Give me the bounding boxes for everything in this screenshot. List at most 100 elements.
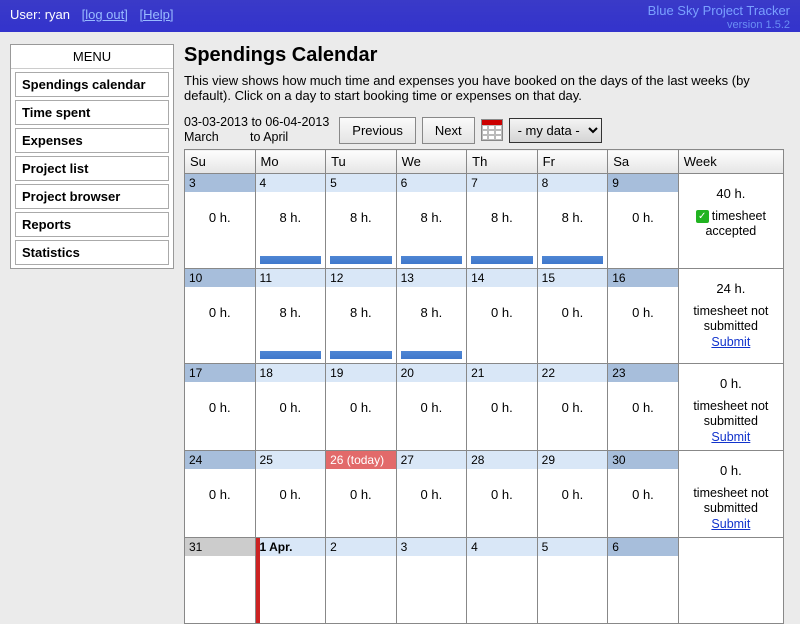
menu-item-project-browser[interactable]: Project browser [15, 184, 169, 209]
day-cell[interactable]: 150 h. [537, 269, 608, 364]
cal-header-fr: Fr [537, 150, 608, 174]
day-cell[interactable]: 240 h. [185, 451, 256, 538]
day-cell[interactable]: 180 h. [255, 364, 326, 451]
day-cell[interactable]: 290 h. [537, 451, 608, 538]
day-number: 31 [185, 538, 255, 556]
submit-timesheet-link[interactable]: Submit [711, 335, 750, 349]
day-cell[interactable]: 128 h. [326, 269, 397, 364]
menu-item-time-spent[interactable]: Time spent [15, 100, 169, 125]
day-hours-bar [401, 256, 463, 264]
week-summary: 40 h.✓timesheet accepted [678, 174, 783, 269]
month-to: to April [250, 130, 288, 144]
day-cell[interactable]: 26 (today)0 h. [326, 451, 397, 538]
day-cell[interactable]: 280 h. [467, 451, 538, 538]
day-number: 24 [185, 451, 255, 469]
day-cell[interactable]: 3 [396, 538, 467, 624]
day-cell[interactable]: 210 h. [467, 364, 538, 451]
day-hours: 8 h. [326, 287, 396, 320]
day-hours: 0 h. [326, 382, 396, 415]
day-cell[interactable]: 4 [467, 538, 538, 624]
day-hours: 8 h. [256, 287, 326, 320]
page-description: This view shows how much time and expens… [184, 73, 784, 103]
cal-header-tu: Tu [326, 150, 397, 174]
day-hours-bar [330, 351, 392, 359]
day-number: 3 [185, 174, 255, 192]
menu-item-expenses[interactable]: Expenses [15, 128, 169, 153]
day-hours: 0 h. [467, 287, 537, 320]
day-cell[interactable]: 200 h. [396, 364, 467, 451]
day-cell[interactable]: 1 Apr. [255, 538, 326, 624]
day-cell[interactable]: 190 h. [326, 364, 397, 451]
day-number: 28 [467, 451, 537, 469]
day-number: 8 [538, 174, 608, 192]
day-hours: 8 h. [397, 192, 467, 225]
day-number: 3 [397, 538, 467, 556]
calendar-table: SuMoTuWeThFrSaWeek 30 h.48 h.58 h.68 h.7… [184, 149, 784, 624]
day-number: 15 [538, 269, 608, 287]
month-start-marker [256, 538, 260, 623]
week-status: timesheet not submitted [683, 304, 779, 334]
day-cell[interactable]: 100 h. [185, 269, 256, 364]
submit-timesheet-link[interactable]: Submit [711, 430, 750, 444]
day-hours: 0 h. [538, 382, 608, 415]
day-cell[interactable]: 170 h. [185, 364, 256, 451]
day-hours: 0 h. [185, 192, 255, 225]
day-cell[interactable]: 58 h. [326, 174, 397, 269]
day-cell[interactable]: 140 h. [467, 269, 538, 364]
day-cell[interactable]: 160 h. [608, 269, 679, 364]
day-cell[interactable]: 6 [608, 538, 679, 624]
calendar-controls: 03-03-2013 to 06-04-2013 March to April … [184, 115, 790, 145]
day-number: 17 [185, 364, 255, 382]
day-hours-bar [471, 256, 533, 264]
day-cell[interactable]: 138 h. [396, 269, 467, 364]
menu-item-spendings-calendar[interactable]: Spendings calendar [15, 72, 169, 97]
week-status: timesheet not submitted [683, 399, 779, 429]
day-cell[interactable]: 88 h. [537, 174, 608, 269]
cal-header-th: Th [467, 150, 538, 174]
day-hours: 8 h. [467, 192, 537, 225]
data-scope-select[interactable]: - my data - [509, 118, 602, 143]
day-cell[interactable]: 78 h. [467, 174, 538, 269]
day-cell[interactable]: 220 h. [537, 364, 608, 451]
day-number: 5 [538, 538, 608, 556]
day-cell[interactable]: 230 h. [608, 364, 679, 451]
day-cell[interactable]: 48 h. [255, 174, 326, 269]
day-number: 16 [608, 269, 678, 287]
app-header: User: ryan [log out] [Help] Blue Sky Pro… [0, 0, 800, 32]
previous-button[interactable]: Previous [339, 117, 416, 144]
day-number: 29 [538, 451, 608, 469]
day-hours: 0 h. [185, 469, 255, 502]
day-hours-bar [260, 351, 322, 359]
day-hours: 0 h. [185, 382, 255, 415]
logout-link[interactable]: [log out] [82, 7, 128, 22]
day-number: 6 [608, 538, 678, 556]
day-cell[interactable]: 30 h. [185, 174, 256, 269]
week-summary: 24 h. timesheet not submittedSubmit [678, 269, 783, 364]
next-button[interactable]: Next [422, 117, 475, 144]
day-cell[interactable]: 250 h. [255, 451, 326, 538]
menu-item-project-list[interactable]: Project list [15, 156, 169, 181]
day-cell[interactable]: 270 h. [396, 451, 467, 538]
day-cell[interactable]: 31 [185, 538, 256, 624]
day-cell[interactable]: 2 [326, 538, 397, 624]
day-hours: 0 h. [397, 469, 467, 502]
submit-timesheet-link[interactable]: Submit [711, 517, 750, 531]
day-cell[interactable]: 68 h. [396, 174, 467, 269]
day-number: 27 [397, 451, 467, 469]
help-link[interactable]: [Help] [140, 7, 174, 22]
day-number: 1 Apr. [256, 538, 326, 556]
main-content: Spendings Calendar This view shows how m… [184, 44, 790, 624]
cal-header-week: Week [678, 150, 783, 174]
day-number: 4 [256, 174, 326, 192]
day-cell[interactable]: 90 h. [608, 174, 679, 269]
day-cell[interactable]: 118 h. [255, 269, 326, 364]
week-status: ✓timesheet accepted [683, 209, 779, 239]
menu-item-statistics[interactable]: Statistics [15, 240, 169, 265]
calendar-icon[interactable] [481, 119, 503, 141]
day-cell[interactable]: 300 h. [608, 451, 679, 538]
day-cell[interactable]: 5 [537, 538, 608, 624]
week-hours: 24 h. [683, 281, 779, 296]
menu-item-reports[interactable]: Reports [15, 212, 169, 237]
day-hours: 0 h. [185, 287, 255, 320]
day-hours: 8 h. [256, 192, 326, 225]
